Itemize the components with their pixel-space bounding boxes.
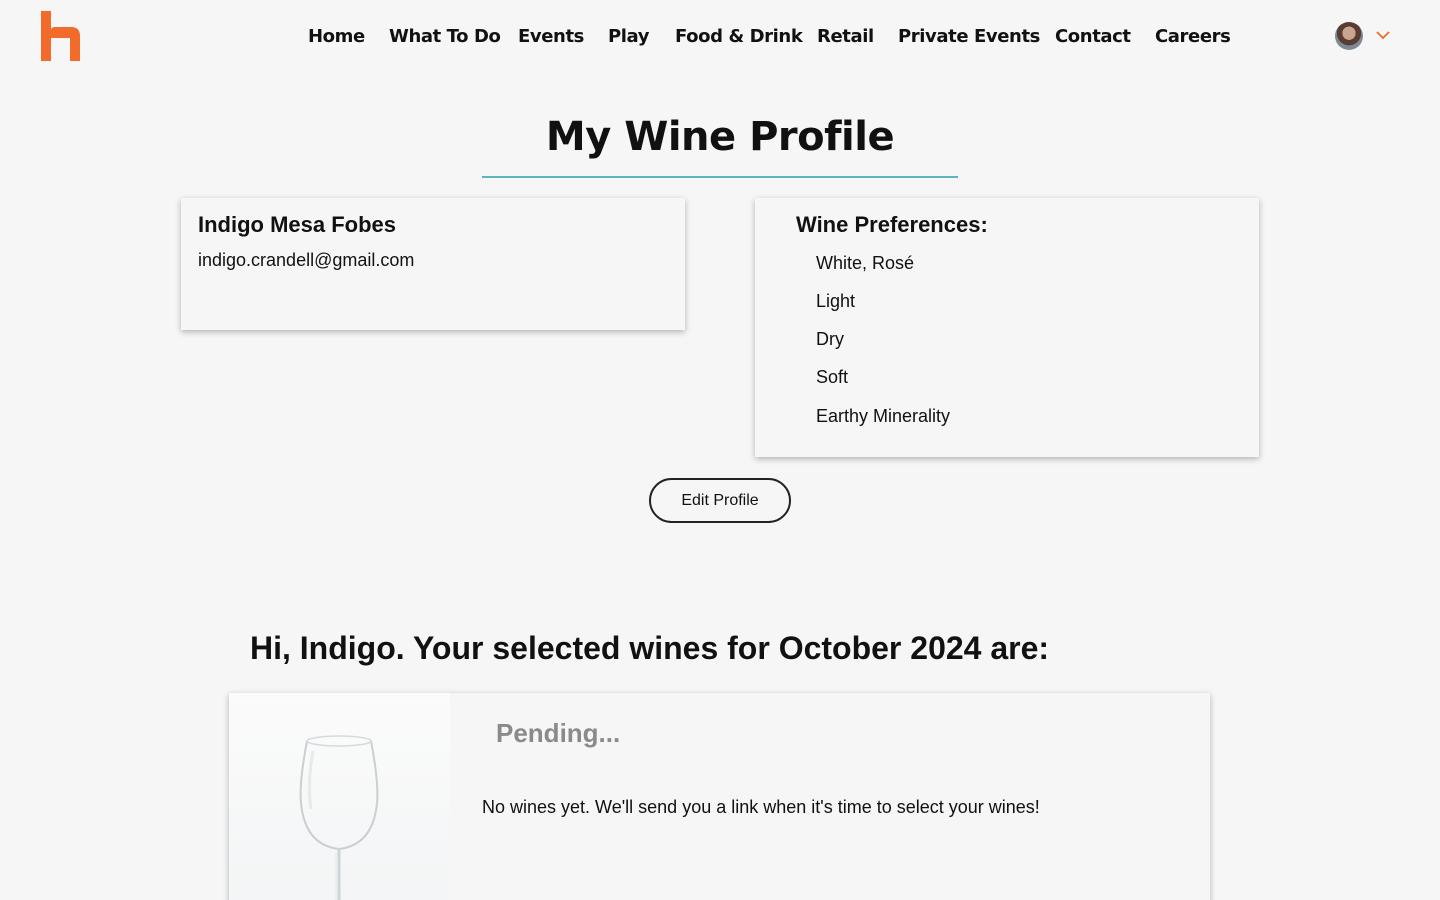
wine-glass-image <box>229 693 450 900</box>
nav-item-food-drink[interactable]: Food & Drink <box>675 26 803 47</box>
preference-item: White, Rosé <box>816 253 915 273</box>
nav-item-contact[interactable]: Contact <box>1055 26 1131 47</box>
selection-status: Pending... <box>496 718 621 748</box>
main-nav: Home What To Do Events Play Food & Drink… <box>0 26 1440 52</box>
profile-name: Indigo Mesa Fobes <box>198 212 397 237</box>
preference-item: Light <box>816 291 856 311</box>
preferences-title: Wine Preferences: <box>796 212 988 237</box>
user-avatar[interactable] <box>1335 22 1363 50</box>
nav-item-what-to-do[interactable]: What To Do <box>389 26 501 47</box>
nav-item-events[interactable]: Events <box>518 26 584 47</box>
nav-item-home[interactable]: Home <box>308 26 365 47</box>
chevron-down-icon[interactable] <box>1375 27 1391 43</box>
wine-preferences-card: Wine Preferences: White, Rosé Light Dry … <box>755 198 1259 457</box>
wine-selection-card: Pending... No wines yet. We'll send you … <box>229 693 1210 900</box>
nav-item-play[interactable]: Play <box>608 26 649 47</box>
page-title: My Wine Profile <box>545 114 895 160</box>
nav-item-private-events[interactable]: Private Events <box>898 26 1040 47</box>
profile-card: Indigo Mesa Fobes indigo.crandell@gmail.… <box>181 198 685 330</box>
preference-item: Earthy Minerality <box>816 406 951 426</box>
title-underline <box>482 176 958 178</box>
selection-message: No wines yet. We'll send you a link when… <box>482 797 1040 817</box>
selection-greeting: Hi, Indigo. Your selected wines for Octo… <box>250 630 1050 666</box>
user-menu[interactable] <box>1335 21 1395 51</box>
edit-profile-button[interactable]: Edit Profile <box>649 478 791 523</box>
nav-item-retail[interactable]: Retail <box>817 26 874 47</box>
wine-glass-icon <box>299 735 379 900</box>
preference-item: Dry <box>816 329 844 349</box>
preference-item: Soft <box>816 367 849 387</box>
nav-item-careers[interactable]: Careers <box>1155 26 1231 47</box>
profile-email: indigo.crandell@gmail.com <box>198 250 415 270</box>
